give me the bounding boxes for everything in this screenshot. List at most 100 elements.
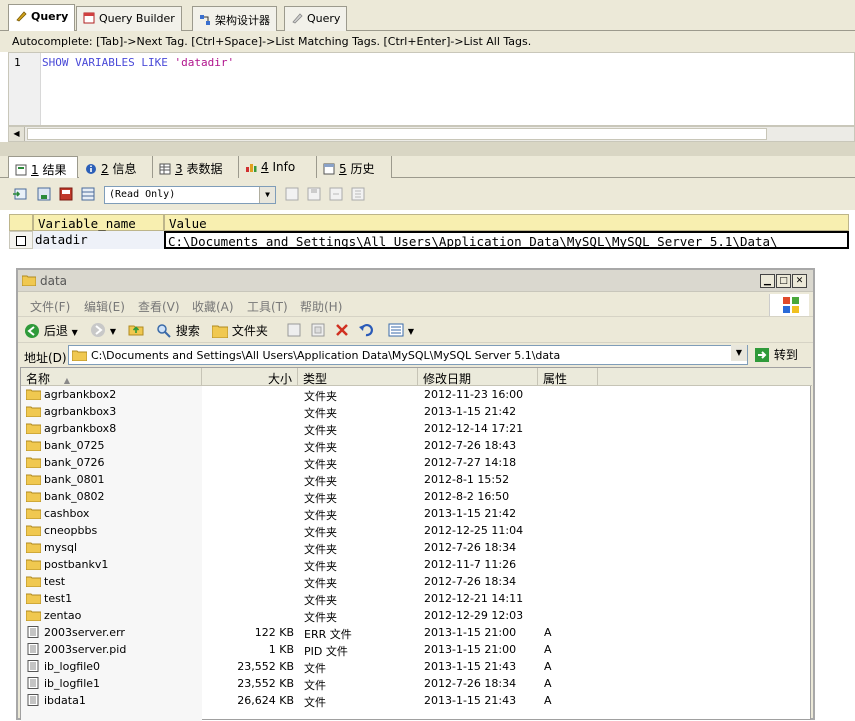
tab-result[interactable]: 1 结果 <box>8 156 78 178</box>
folder-icon <box>26 576 41 587</box>
file-row[interactable]: test 文件夹 2012-7-26 18:34 <box>21 573 812 590</box>
menu-favorites[interactable]: 收藏(A) <box>192 298 234 315</box>
file-name: cashbox <box>44 507 90 520</box>
row-selector[interactable] <box>9 231 33 249</box>
cell-value[interactable]: C:\Documents and Settings\All Users\Appl… <box>164 231 849 249</box>
file-row[interactable]: 2003server.pid 1 KB PID 文件 2013-1-15 21:00 A <box>21 641 812 658</box>
save-row-icon[interactable] <box>306 186 322 202</box>
file-row[interactable]: bank_0802 文件夹 2012-8-2 16:50 <box>21 488 812 505</box>
delete-icon[interactable] <box>334 322 350 338</box>
column-label: 名称 <box>26 372 51 386</box>
tab-query-builder[interactable]: Query Builder <box>76 6 182 31</box>
scroll-thumb[interactable] <box>27 128 767 140</box>
file-modified: 2013-1-15 21:43 <box>424 660 517 673</box>
menu-view[interactable]: 查看(V) <box>138 298 180 315</box>
query-icon <box>292 13 303 24</box>
column-header-attributes[interactable]: 属性 <box>538 368 598 386</box>
file-row[interactable]: bank_0726 文件夹 2012-7-27 14:18 <box>21 454 812 471</box>
search-button[interactable]: 搜索 <box>156 322 200 339</box>
row-checkbox-icon[interactable] <box>16 236 26 246</box>
file-row[interactable]: cashbox 文件夹 2013-1-15 21:42 <box>21 505 812 522</box>
file-row[interactable]: mysql 文件夹 2012-7-26 18:34 <box>21 539 812 556</box>
file-row[interactable]: bank_0801 文件夹 2012-8-1 15:52 <box>21 471 812 488</box>
folders-button[interactable]: 文件夹 <box>211 322 268 339</box>
address-input[interactable]: C:\Documents and Settings\All Users\Appl… <box>68 345 748 365</box>
save-result-icon[interactable] <box>36 186 52 202</box>
menu-file[interactable]: 文件(F) <box>30 298 70 315</box>
delete-row-icon[interactable] <box>328 186 344 202</box>
cell-variable-name[interactable]: datadir <box>33 231 164 249</box>
file-type: 文件夹 <box>304 441 337 454</box>
grid-view-icon[interactable] <box>80 186 96 202</box>
file-row[interactable]: ibdata1 26,624 KB 文件 2013-1-15 21:43 A <box>21 692 812 709</box>
file-type: 文件夹 <box>304 594 337 607</box>
folder-icon <box>26 491 41 502</box>
tab-table-data[interactable]: 3 表数据 <box>153 156 239 178</box>
copy-result-icon[interactable] <box>58 186 74 202</box>
back-button[interactable]: 后退 ▼ <box>24 322 78 339</box>
export-icon[interactable] <box>12 186 28 202</box>
tab-query-2[interactable]: Query <box>284 6 348 31</box>
column-header-variable-name[interactable]: Variable_name <box>33 214 164 231</box>
up-folder-icon[interactable] <box>128 321 144 337</box>
tab-query-1[interactable]: Query <box>8 4 76 32</box>
folder-icon <box>26 542 41 553</box>
chevron-down-icon[interactable]: ▼ <box>259 187 275 203</box>
tab-history[interactable]: 5 历史 <box>317 156 392 178</box>
file-icon <box>27 626 39 638</box>
file-row[interactable]: ib_logfile0 23,552 KB 文件 2013-1-15 21:43 A <box>21 658 812 675</box>
column-header-value[interactable]: Value <box>164 214 849 231</box>
file-row[interactable]: test1 文件夹 2012-12-21 14:11 <box>21 590 812 607</box>
menu-help[interactable]: 帮助(H) <box>300 298 342 315</box>
file-row[interactable]: agrbankbox8 文件夹 2012-12-14 17:21 <box>21 420 812 437</box>
close-button[interactable]: ✕ <box>792 274 807 288</box>
go-button[interactable]: 转到 <box>754 346 798 363</box>
copy-to-icon[interactable] <box>310 322 326 338</box>
query-icon <box>16 11 27 22</box>
file-row[interactable]: bank_0725 文件夹 2012-7-26 18:43 <box>21 437 812 454</box>
forward-button[interactable]: ▼ <box>90 322 116 338</box>
result-grid: Variable_name Value datadir C:\Documents… <box>9 214 849 250</box>
sql-text[interactable]: SHOW VARIABLES LIKE 'datadir' <box>42 56 234 69</box>
views-button[interactable]: ▼ <box>388 322 414 338</box>
window-titlebar[interactable]: data ▁ □ ✕ <box>18 270 813 292</box>
sql-string: 'datadir' <box>174 56 235 69</box>
undo-icon[interactable] <box>358 322 374 338</box>
file-row[interactable]: cneopbbs 文件夹 2012-12-25 11:04 <box>21 522 812 539</box>
file-row[interactable]: agrbankbox3 文件夹 2013-1-15 21:42 <box>21 403 812 420</box>
minimize-button[interactable]: ▁ <box>760 274 775 288</box>
column-header-type[interactable]: 类型 <box>298 368 418 386</box>
tab-schema-designer[interactable]: 架构设计器 <box>192 6 277 31</box>
result-mode-select[interactable]: (Read Only) ▼ <box>104 186 276 204</box>
tab-number: 5 <box>339 162 347 176</box>
tab-info-chart[interactable]: 4 Info <box>239 156 317 178</box>
file-type: 文件夹 <box>304 475 337 488</box>
splitter[interactable] <box>0 142 855 156</box>
menu-tools[interactable]: 工具(T) <box>247 298 288 315</box>
move-to-icon[interactable] <box>286 322 302 338</box>
refresh-row-icon[interactable] <box>350 186 366 202</box>
file-name: bank_0725 <box>44 439 105 452</box>
maximize-button[interactable]: □ <box>776 274 791 288</box>
file-name: agrbankbox8 <box>44 422 117 435</box>
tab-info[interactable]: 2 信息 <box>79 156 153 178</box>
editor-horizontal-scrollbar[interactable]: ◀ <box>8 126 855 142</box>
add-row-icon[interactable] <box>284 186 300 202</box>
sql-editor[interactable]: 1 SHOW VARIABLES LIKE 'datadir' <box>8 52 855 126</box>
file-name: 2003server.err <box>44 626 125 639</box>
folder-icon <box>26 474 41 485</box>
file-row[interactable]: ib_logfile1 23,552 KB 文件 2012-7-26 18:34 A <box>21 675 812 692</box>
column-header-name[interactable]: 名称 ▲ <box>21 368 202 386</box>
menu-edit[interactable]: 编辑(E) <box>84 298 125 315</box>
file-attributes: A <box>544 643 552 656</box>
file-row[interactable]: agrbankbox2 文件夹 2012-11-23 16:00 <box>21 386 812 403</box>
file-row[interactable]: 2003server.err 122 KB ERR 文件 2013-1-15 21:0… <box>21 624 812 641</box>
scroll-left-arrow-icon[interactable]: ◀ <box>9 127 25 141</box>
address-dropdown-chevron-icon[interactable]: ▼ <box>731 345 747 361</box>
column-header-modified[interactable]: 修改日期 <box>418 368 538 386</box>
tab-number: 1 <box>31 163 39 177</box>
explorer-window: data ▁ □ ✕ 文件(F) 编辑(E) 查看(V) 收藏(A) 工具(T)… <box>16 268 815 721</box>
file-row[interactable]: postbankv1 文件夹 2012-11-7 11:26 <box>21 556 812 573</box>
column-header-size[interactable]: 大小 <box>202 368 298 386</box>
file-row[interactable]: zentao 文件夹 2012-12-29 12:03 <box>21 607 812 624</box>
